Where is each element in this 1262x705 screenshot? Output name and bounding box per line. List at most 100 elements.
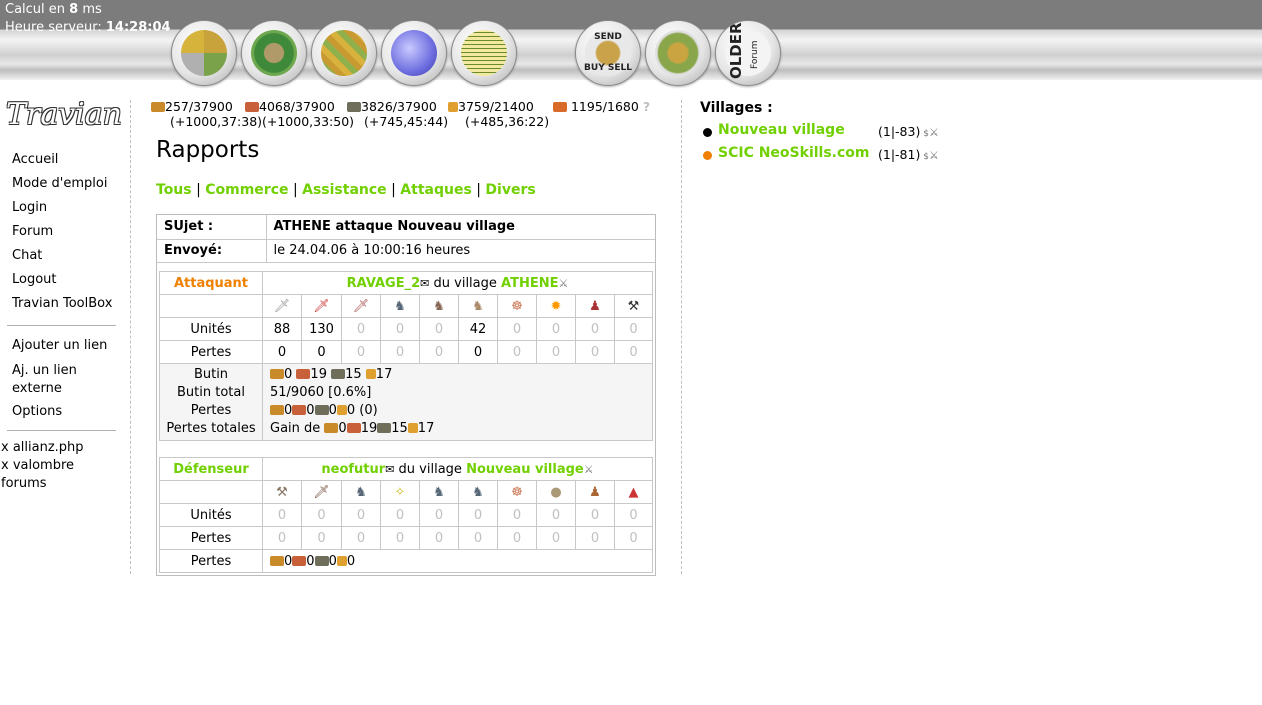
bounty-crop: 17 bbox=[375, 367, 393, 382]
unit-count: 0 bbox=[301, 503, 342, 527]
settler-icon: ⚒ bbox=[627, 298, 640, 314]
tab-divers[interactable]: Divers bbox=[485, 182, 535, 198]
subject-label: SUjet : bbox=[157, 215, 267, 240]
calc-unit: ms bbox=[82, 2, 102, 17]
sidebar-item-chat[interactable]: Chat bbox=[12, 248, 122, 264]
unit-loss: 0 bbox=[497, 526, 537, 550]
gain-iron: 15 bbox=[391, 421, 408, 436]
bounty-label: Butin bbox=[193, 367, 229, 382]
unit-loss: 0 bbox=[575, 526, 615, 550]
attack-icon[interactable]: ⚔ bbox=[584, 463, 594, 476]
fire-catapult-icon: ✹ bbox=[550, 298, 562, 314]
total-losses-line: Gain de 0 19 15 17 bbox=[270, 420, 652, 438]
crop-icon bbox=[407, 423, 418, 433]
iron-production: (+745,45:44) bbox=[364, 114, 449, 129]
unit-count: 0 bbox=[614, 317, 653, 341]
imperian-icon: 🗡 bbox=[352, 298, 370, 314]
sidebar-item-allianz[interactable]: x allianz.php bbox=[1, 439, 121, 457]
sidebar-divider bbox=[7, 430, 116, 431]
gain-clay: 19 bbox=[360, 421, 378, 436]
village-row: Nouveau village (1|-83) $⚔ bbox=[700, 122, 960, 145]
sidebar-item-mode-emploi[interactable]: Mode d'emploi bbox=[12, 176, 122, 192]
unit-count: 0 bbox=[419, 317, 459, 341]
sidebar-item-logout[interactable]: Logout bbox=[12, 272, 122, 288]
wood-icon bbox=[270, 405, 284, 415]
tab-tous[interactable]: Tous bbox=[156, 182, 192, 198]
unit-count: 0 bbox=[536, 503, 576, 527]
sidebar-item-toolbox[interactable]: Travian ToolBox bbox=[12, 296, 122, 312]
unit-count: 42 bbox=[458, 317, 498, 341]
axeman-icon: ♞ bbox=[355, 484, 367, 500]
unit-loss: 0 bbox=[419, 526, 459, 550]
sidebar-item-options[interactable]: Options bbox=[12, 404, 122, 420]
crop-stock: 3759/21400 bbox=[458, 99, 534, 114]
send-resources-icon[interactable]: $ bbox=[920, 152, 929, 162]
attack-icon[interactable]: ⚔ bbox=[558, 277, 568, 290]
unit-count: 0 bbox=[341, 503, 381, 527]
unit-loss: 0 bbox=[458, 526, 498, 550]
bounty-labels: Butin Butin total Pertes Pertes totales bbox=[159, 363, 263, 441]
send-resources-icon[interactable]: $ bbox=[920, 129, 929, 139]
older-forum-nav-button[interactable]: OLDER Forum bbox=[715, 20, 781, 86]
sidebar-item-forum[interactable]: Forum bbox=[12, 224, 122, 240]
battering-ram-icon: ☸ bbox=[511, 298, 523, 314]
message-icon[interactable]: ✉ bbox=[385, 463, 394, 476]
column-divider bbox=[681, 100, 682, 574]
sidebar-extra-links: x allianz.php x valombre forums bbox=[1, 439, 121, 493]
reports-icon bbox=[461, 30, 507, 76]
attacker-player-link[interactable]: RAVAGE_2 bbox=[347, 276, 421, 291]
unit-count: 0 bbox=[614, 503, 653, 527]
resource-losses-label: Pertes bbox=[159, 549, 263, 573]
attacker-table: Attaquant RAVAGE_2✉ du village ATHENE⚔ 🗡… bbox=[159, 271, 653, 441]
village-center-nav-button[interactable] bbox=[241, 20, 307, 86]
defender-resource-losses: 0000 bbox=[262, 549, 653, 573]
statistics-icon bbox=[391, 30, 437, 76]
village-link[interactable]: SCIC NeoSkills.com bbox=[718, 145, 870, 161]
unit-loss: 0 bbox=[458, 340, 498, 364]
clay-stock: 4068/37900 bbox=[259, 99, 335, 114]
buy-sell-label: BUY SELL bbox=[584, 63, 632, 73]
attacker-village-link[interactable]: ATHENE bbox=[501, 276, 558, 291]
villages-title: Villages : bbox=[700, 100, 773, 116]
sidebar-item-add-link[interactable]: Ajouter un lien bbox=[12, 338, 122, 354]
from-village-label: du village bbox=[433, 275, 497, 291]
defender-info: neofutur✉ du village Nouveau village⚔ bbox=[262, 457, 653, 481]
unit-loss: 0 bbox=[262, 340, 302, 364]
attack-icon[interactable]: ⚔ bbox=[929, 149, 939, 162]
tab-assistance[interactable]: Assistance bbox=[302, 182, 387, 198]
target-village-nav-button[interactable] bbox=[645, 20, 711, 86]
tab-separator: | bbox=[292, 182, 298, 198]
message-icon[interactable]: ✉ bbox=[420, 277, 429, 290]
defender-player-link[interactable]: neofutur bbox=[321, 462, 385, 477]
loss-wood: 0 bbox=[284, 403, 293, 418]
send-buy-sell-nav-button[interactable]: SEND BUY SELL bbox=[575, 20, 641, 86]
sidebar-item-accueil[interactable]: Accueil bbox=[12, 152, 122, 168]
gain-wood: 0 bbox=[338, 421, 347, 436]
unit-loss: 0 bbox=[301, 526, 342, 550]
help-icon[interactable]: ? bbox=[643, 99, 650, 114]
clay-icon bbox=[346, 423, 361, 433]
villages-panel: Villages : Nouveau village (1|-83) $⚔ SC… bbox=[700, 100, 960, 168]
tab-commerce[interactable]: Commerce bbox=[205, 182, 288, 198]
attack-icon[interactable]: ⚔ bbox=[929, 126, 939, 139]
older-label: OLDER bbox=[727, 22, 745, 79]
unit-loss: 0 bbox=[575, 340, 615, 364]
gain-prefix: Gain de bbox=[270, 421, 321, 436]
defender-village-link[interactable]: Nouveau village bbox=[466, 462, 584, 477]
column-divider bbox=[130, 100, 131, 574]
village-coords: (1|-83) $⚔ bbox=[878, 124, 939, 139]
village-fields-nav-button[interactable] bbox=[171, 20, 237, 86]
loss-clay: 0 bbox=[306, 403, 315, 418]
sidebar-item-add-external-link[interactable]: Aj. un lien externe bbox=[12, 362, 122, 398]
village-link[interactable]: Nouveau village bbox=[718, 122, 845, 138]
defender-unit-icons-row: ⚒ 🗡 ♞ ✧ ♞ ♞ ☸ ● ♟ ▲ bbox=[159, 480, 653, 504]
defender-losses-row: Pertes 0 0 0 0 0 0 0 0 0 0 bbox=[159, 526, 653, 550]
statistics-nav-button[interactable] bbox=[381, 20, 447, 86]
reports-nav-button[interactable] bbox=[451, 20, 517, 86]
sidebar-item-valombre[interactable]: x valombre forums bbox=[1, 457, 91, 493]
sidebar-item-login[interactable]: Login bbox=[12, 200, 122, 216]
map-nav-button[interactable] bbox=[311, 20, 377, 86]
clay-icon bbox=[292, 405, 307, 415]
attacker-losses-row: Pertes 0 0 0 0 0 0 0 0 0 0 bbox=[159, 340, 653, 364]
tab-attaques[interactable]: Attaques bbox=[400, 182, 471, 198]
